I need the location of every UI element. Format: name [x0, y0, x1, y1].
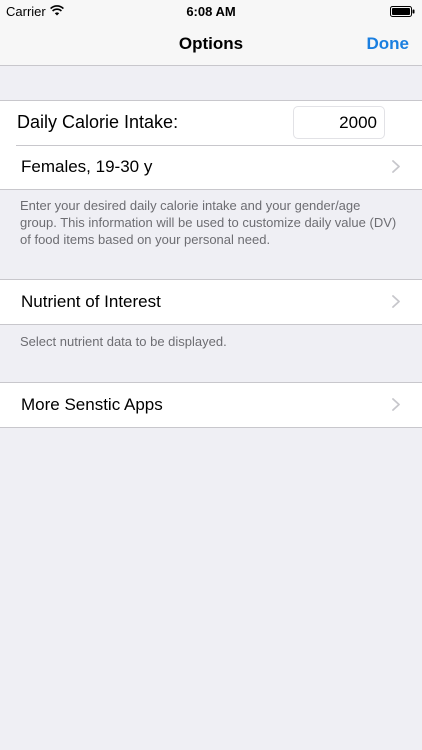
calorie-intake-cell: Daily Calorie Intake: [0, 101, 422, 145]
navigation-bar: Options Done [0, 22, 422, 66]
chevron-right-icon [392, 160, 400, 173]
status-time: 6:08 AM [186, 4, 236, 19]
calorie-settings-group: Daily Calorie Intake: Females, 19-30 y [0, 100, 422, 190]
calorie-intake-input[interactable] [293, 106, 385, 139]
more-apps-cell[interactable]: More Senstic Apps [0, 383, 422, 427]
gender-age-cell[interactable]: Females, 19-30 y [0, 145, 422, 189]
nutrient-footer-text: Select nutrient data to be displayed. [20, 334, 227, 349]
page-title: Options [178, 34, 244, 53]
calorie-footer-text: Enter your desired daily calorie intake … [20, 198, 397, 247]
gender-age-label: Females, 19-30 y [21, 157, 153, 176]
status-bar: Carrier 6:08 AM [0, 0, 422, 22]
done-button[interactable]: Done [367, 34, 410, 54]
nutrient-settings-group: Nutrient of Interest [0, 279, 422, 325]
more-apps-label: More Senstic Apps [21, 395, 163, 414]
chevron-right-icon [392, 295, 400, 308]
chevron-right-icon [392, 398, 400, 411]
calorie-intake-label: Daily Calorie Intake: [17, 112, 179, 132]
more-apps-group: More Senstic Apps [0, 382, 422, 428]
battery-icon [390, 6, 415, 17]
nutrient-of-interest-label: Nutrient of Interest [21, 292, 161, 311]
nutrient-of-interest-cell[interactable]: Nutrient of Interest [0, 280, 422, 324]
